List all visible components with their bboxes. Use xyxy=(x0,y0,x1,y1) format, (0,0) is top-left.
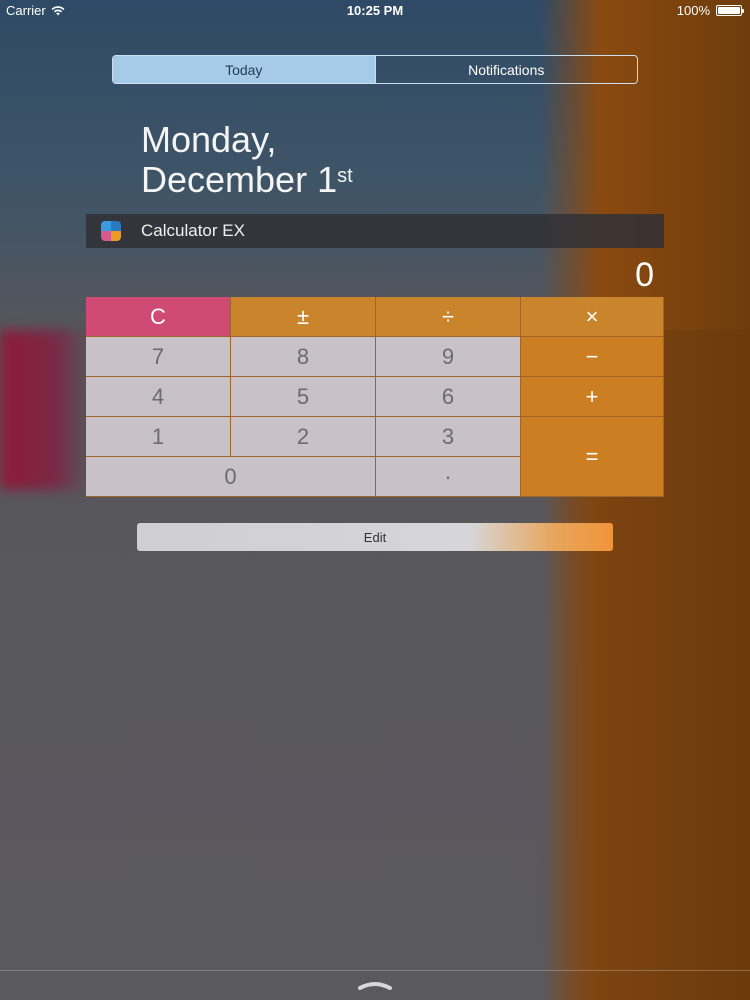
key-7[interactable]: 7 xyxy=(86,337,231,377)
key-8[interactable]: 8 xyxy=(231,337,376,377)
key-1[interactable]: 1 xyxy=(86,417,231,457)
widget-header[interactable]: Calculator EX xyxy=(86,214,664,248)
key-6[interactable]: 6 xyxy=(376,377,521,417)
minus-key[interactable]: − xyxy=(521,337,664,377)
date-heading: Monday, December 1st xyxy=(141,120,353,200)
plus-minus-key[interactable]: ± xyxy=(231,297,376,337)
tab-notifications[interactable]: Notifications xyxy=(374,56,638,83)
key-0[interactable]: 0 xyxy=(86,457,376,497)
grabber-handle-icon[interactable] xyxy=(357,978,393,990)
edit-button[interactable]: Edit xyxy=(137,523,613,551)
date-ordinal-suffix: st xyxy=(337,165,353,187)
date-weekday: Monday, xyxy=(141,119,277,160)
widget-title: Calculator EX xyxy=(141,221,245,240)
calculator-keypad: C ± ÷ × 7 8 9 − 4 5 6 + 1 2 3 = 0 · xyxy=(86,297,664,497)
key-3[interactable]: 3 xyxy=(376,417,521,457)
status-right: 100% xyxy=(676,3,744,18)
date-month-day: December 1st xyxy=(141,160,353,200)
today-notifications-segmented-control: Today Notifications xyxy=(112,55,638,84)
key-4[interactable]: 4 xyxy=(86,377,231,417)
status-time: 10:25 PM xyxy=(346,3,404,18)
key-9[interactable]: 9 xyxy=(376,337,521,377)
clear-key[interactable]: C xyxy=(86,297,231,337)
multiply-key[interactable]: × xyxy=(521,297,664,337)
background-blur-red xyxy=(0,330,90,490)
plus-key[interactable]: + xyxy=(521,377,664,417)
key-5[interactable]: 5 xyxy=(231,377,376,417)
battery-fill xyxy=(718,7,740,14)
tab-today[interactable]: Today xyxy=(113,56,375,83)
date-month-day-text: December 1 xyxy=(141,159,338,200)
equals-key[interactable]: = xyxy=(521,417,664,497)
key-2[interactable]: 2 xyxy=(231,417,376,457)
calculator-app-icon xyxy=(101,221,121,241)
divide-key[interactable]: ÷ xyxy=(376,297,521,337)
status-bar: Carrier 10:25 PM 100% xyxy=(0,0,750,22)
battery-icon xyxy=(716,5,744,16)
calculator-display: 0 xyxy=(635,256,654,294)
bottom-divider xyxy=(0,970,750,971)
battery-percent: 100% xyxy=(676,3,710,18)
decimal-key[interactable]: · xyxy=(376,457,521,497)
